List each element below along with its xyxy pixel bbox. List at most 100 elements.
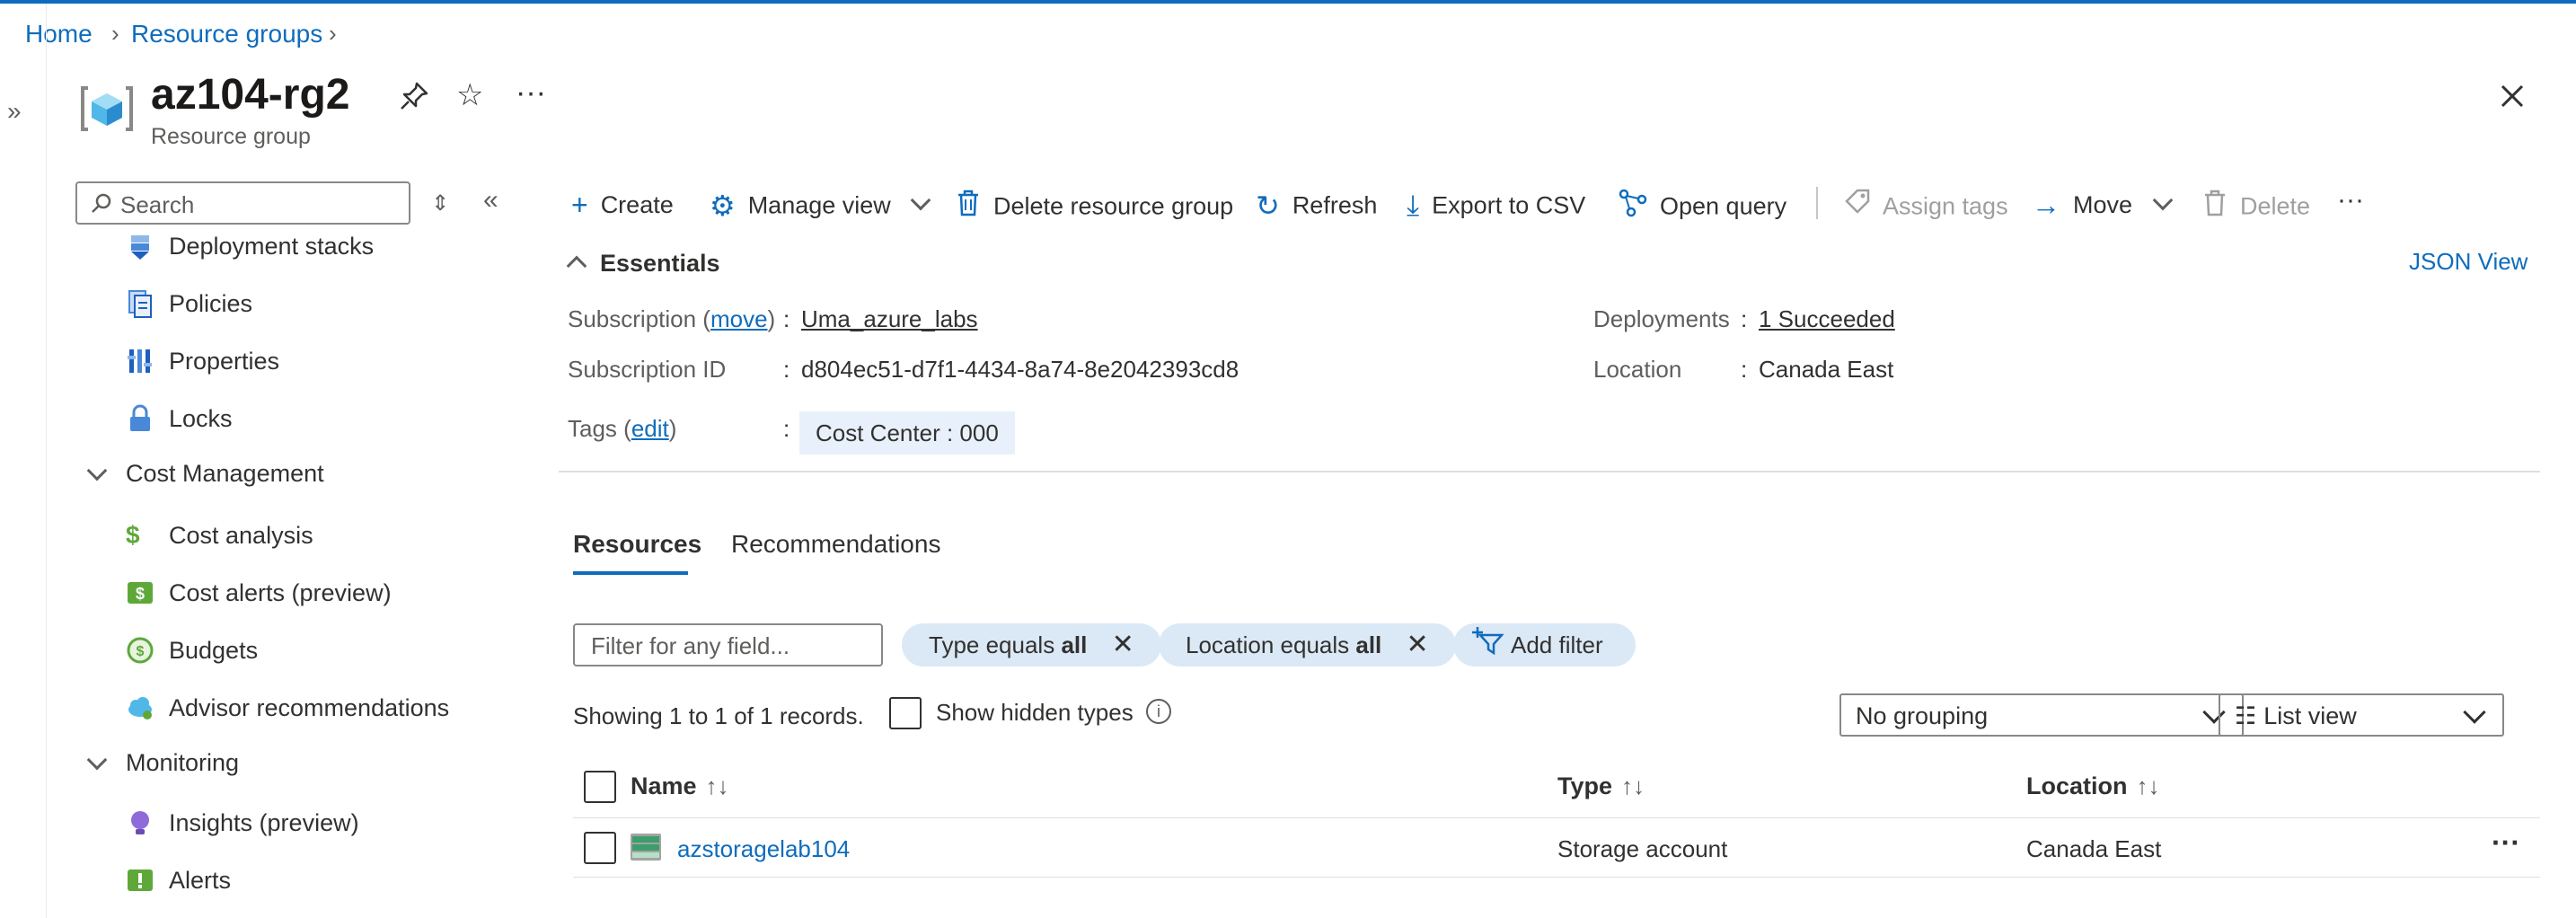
- colon: :: [783, 305, 790, 332]
- add-filter-button[interactable]: Add filter: [1453, 623, 1636, 666]
- subscription-move-link[interactable]: move: [710, 305, 768, 332]
- location-filter-pill[interactable]: Location equals all ✕: [1159, 623, 1456, 666]
- sidebar-group-label: Monitoring: [126, 749, 240, 776]
- json-view-link[interactable]: JSON View: [2409, 248, 2527, 276]
- page-title: az104-rg2: [151, 71, 350, 119]
- properties-icon: [126, 347, 154, 375]
- deployments-link[interactable]: 1 Succeeded: [1759, 305, 1895, 333]
- resource-group-icon: [81, 83, 133, 139]
- row-checkbox[interactable]: [584, 832, 616, 864]
- tab-recommendations[interactable]: Recommendations: [731, 530, 940, 559]
- chevron-down-icon: [910, 190, 931, 211]
- select-all-checkbox[interactable]: [584, 771, 616, 803]
- sort-toggle-icon[interactable]: ⇕: [431, 190, 449, 216]
- tab-resources[interactable]: Resources: [573, 530, 701, 559]
- pin-icon[interactable]: [399, 81, 429, 119]
- sidebar-item-label: Advisor recommendations: [169, 694, 450, 721]
- lock-icon: [126, 404, 154, 433]
- add-filter-label: Add filter: [1511, 631, 1603, 658]
- delete-button[interactable]: Delete: [2202, 189, 2310, 225]
- sidebar-search-input[interactable]: Search: [75, 181, 410, 225]
- trash-icon: [2202, 189, 2228, 225]
- tag-icon: [1843, 189, 1870, 225]
- add-filter-icon: [1471, 625, 1504, 668]
- close-icon[interactable]: ✕: [1112, 630, 1134, 659]
- subscription-id-value: d804ec51-d7f1-4434-8a74-8e2042393cd8: [801, 356, 1239, 383]
- expand-menu-icon[interactable]: »: [7, 97, 22, 126]
- column-header-type[interactable]: Type ↑↓: [1557, 772, 1645, 800]
- chevron-down-icon: [86, 460, 108, 481]
- show-hidden-types-checkbox[interactable]: [889, 697, 922, 729]
- delete-resource-group-button[interactable]: Delete resource group: [956, 189, 1233, 225]
- records-count: Showing 1 to 1 of 1 records.: [573, 702, 864, 729]
- chevron-down-icon: [2463, 701, 2486, 724]
- info-icon[interactable]: i: [1146, 699, 1171, 724]
- more-options-icon[interactable]: ···: [516, 75, 546, 110]
- arrow-right-icon: →: [2032, 189, 2060, 221]
- type-filter-value: all: [1061, 631, 1088, 658]
- budgets-icon: $: [126, 636, 154, 665]
- open-query-button[interactable]: Open query: [1619, 189, 1786, 225]
- type-filter-label: Type equals: [929, 631, 1055, 658]
- type-filter-pill[interactable]: Type equals all ✕: [902, 623, 1161, 666]
- list-view-icon: ☷: [2235, 702, 2257, 729]
- alerts-icon: [126, 866, 154, 895]
- row-divider: [573, 877, 2540, 878]
- refresh-button[interactable]: ↻ Refresh: [1256, 189, 1377, 223]
- location-value: Canada East: [1759, 356, 1894, 383]
- column-header-location[interactable]: Location ↑↓: [2026, 772, 2160, 800]
- chevron-down-icon: [2152, 190, 2173, 210]
- close-icon[interactable]: [2492, 75, 2531, 115]
- page-subtitle: Resource group: [151, 124, 311, 149]
- trash-icon: [956, 189, 981, 225]
- subscription-link[interactable]: Uma_azure_labs: [801, 305, 978, 333]
- manage-view-button[interactable]: ⚙ Manage view: [710, 189, 931, 223]
- deployments-label: Deployments: [1593, 305, 1730, 332]
- refresh-icon: ↻: [1256, 190, 1280, 222]
- close-icon[interactable]: ✕: [1407, 630, 1429, 659]
- essentials-toggle[interactable]: Essentials: [566, 250, 720, 278]
- cost-analysis-icon: $: [126, 521, 140, 549]
- gear-icon: ⚙: [710, 190, 736, 222]
- row-more-options-icon[interactable]: ···: [2492, 826, 2520, 860]
- query-icon: [1619, 189, 1647, 225]
- tags-edit-link[interactable]: edit: [631, 415, 669, 442]
- collapse-sidebar-icon[interactable]: «: [483, 185, 498, 216]
- show-hidden-types-label: Show hidden types: [936, 699, 1134, 726]
- export-csv-button[interactable]: ⤓ Export to CSV: [1407, 189, 1585, 223]
- column-header-name[interactable]: Name ↑↓: [631, 772, 729, 800]
- sort-icon: ↑↓: [705, 772, 729, 799]
- location-label: Location: [1593, 356, 1682, 383]
- header-divider: [573, 817, 2540, 818]
- assign-tags-button[interactable]: Assign tags: [1843, 189, 2008, 225]
- essentials-divider: [559, 471, 2540, 472]
- sidebar-item-label: Policies: [169, 290, 253, 317]
- create-button[interactable]: + Create: [571, 189, 674, 222]
- filter-input[interactable]: Filter for any field...: [573, 623, 883, 666]
- plus-icon: +: [571, 189, 588, 221]
- search-icon: [90, 191, 113, 219]
- tags-label: Tags (edit): [568, 415, 677, 442]
- colon: :: [1741, 305, 1748, 332]
- location-filter-label: Location equals: [1186, 631, 1350, 658]
- more-commands-icon[interactable]: ···: [2337, 185, 2364, 216]
- star-icon[interactable]: ☆: [456, 77, 483, 113]
- sidebar-item-label: Deployment stacks: [169, 233, 375, 260]
- essentials-title: Essentials: [600, 250, 720, 277]
- breadcrumb-resource-groups[interactable]: Resource groups: [131, 20, 322, 49]
- resource-name-link[interactable]: azstoragelab104: [677, 835, 850, 863]
- top-accent-bar: [0, 0, 2576, 4]
- search-placeholder: Search: [120, 191, 195, 218]
- grouping-dropdown[interactable]: No grouping: [1839, 693, 2244, 737]
- view-dropdown[interactable]: ☷ List view: [2219, 693, 2504, 737]
- subscription-label: Subscription (move): [568, 305, 776, 332]
- advisor-icon: [126, 693, 154, 722]
- storage-account-icon: [631, 834, 661, 865]
- cost-alerts-icon: $: [126, 578, 154, 607]
- tag-chip: Cost Center : 000: [799, 411, 1015, 455]
- move-button[interactable]: → Move: [2032, 189, 2173, 222]
- colon: :: [783, 356, 790, 383]
- location-filter-value: all: [1355, 631, 1382, 658]
- deployment-stacks-icon: [126, 232, 154, 260]
- table-row[interactable]: azstoragelab104 Storage account Canada E…: [573, 819, 2540, 877]
